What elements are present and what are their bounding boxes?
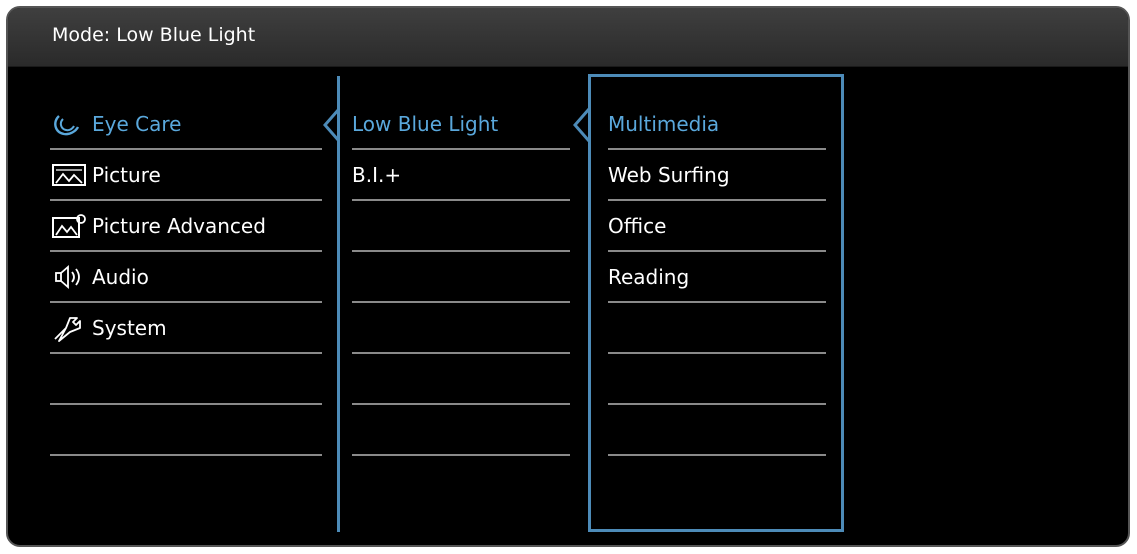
- main-menu-label: Picture Advanced: [92, 214, 266, 238]
- main-menu-item-system[interactable]: System: [50, 304, 322, 354]
- sub-menu-item-low-blue-light[interactable]: Low Blue Light: [352, 100, 570, 150]
- main-menu-item-empty: [50, 355, 322, 405]
- mode-value: Low Blue Light: [116, 24, 256, 46]
- main-menu-label: System: [92, 316, 167, 340]
- option-item-web-surfing[interactable]: Web Surfing: [608, 151, 826, 201]
- osd-header: Mode: Low Blue Light: [8, 8, 1128, 67]
- picture-advanced-icon: [50, 212, 88, 240]
- mode-label: Mode:: [52, 24, 111, 46]
- option-label: Reading: [608, 265, 690, 289]
- main-menu-item-picture-advanced[interactable]: Picture Advanced: [50, 202, 322, 252]
- audio-icon: [50, 263, 88, 291]
- system-icon: [50, 314, 88, 342]
- main-menu-item-picture[interactable]: Picture: [50, 151, 322, 201]
- sub-menu-item-empty: [352, 202, 570, 252]
- submenu-divider: [337, 76, 340, 532]
- option-label: Web Surfing: [608, 163, 730, 187]
- sub-menu-item-empty: [352, 355, 570, 405]
- option-label: Multimedia: [608, 112, 720, 136]
- option-item-reading[interactable]: Reading: [608, 253, 826, 303]
- option-label: Office: [608, 214, 667, 238]
- sub-menu-item-bi-plus[interactable]: B.I.+: [352, 151, 570, 201]
- main-menu-label: Eye Care: [92, 112, 182, 136]
- sub-menu-item-empty: [352, 406, 570, 456]
- sub-menu-item-empty: [352, 304, 570, 354]
- eye-care-icon: [50, 110, 88, 138]
- picture-icon: [50, 161, 88, 189]
- osd-menu-window: Mode: Low Blue Light Eye Care Picture Pi…: [6, 6, 1130, 547]
- main-menu-item-audio[interactable]: Audio: [50, 253, 322, 303]
- option-item-empty: [608, 304, 826, 354]
- sub-menu-item-empty: [352, 253, 570, 303]
- main-menu-item-eye-care[interactable]: Eye Care: [50, 100, 322, 150]
- option-item-empty: [608, 406, 826, 456]
- main-menu-item-empty: [50, 406, 322, 456]
- mode-indicator: Mode: Low Blue Light: [52, 24, 255, 46]
- sub-menu-label: B.I.+: [352, 163, 402, 187]
- option-item-multimedia[interactable]: Multimedia: [608, 100, 826, 150]
- submenu-pointer-icon: [323, 108, 340, 142]
- option-item-office[interactable]: Office: [608, 202, 826, 252]
- main-menu-label: Audio: [92, 265, 149, 289]
- main-menu-label: Picture: [92, 163, 161, 187]
- options-pointer-icon: [573, 108, 590, 142]
- option-item-empty: [608, 355, 826, 405]
- sub-menu-label: Low Blue Light: [352, 112, 499, 136]
